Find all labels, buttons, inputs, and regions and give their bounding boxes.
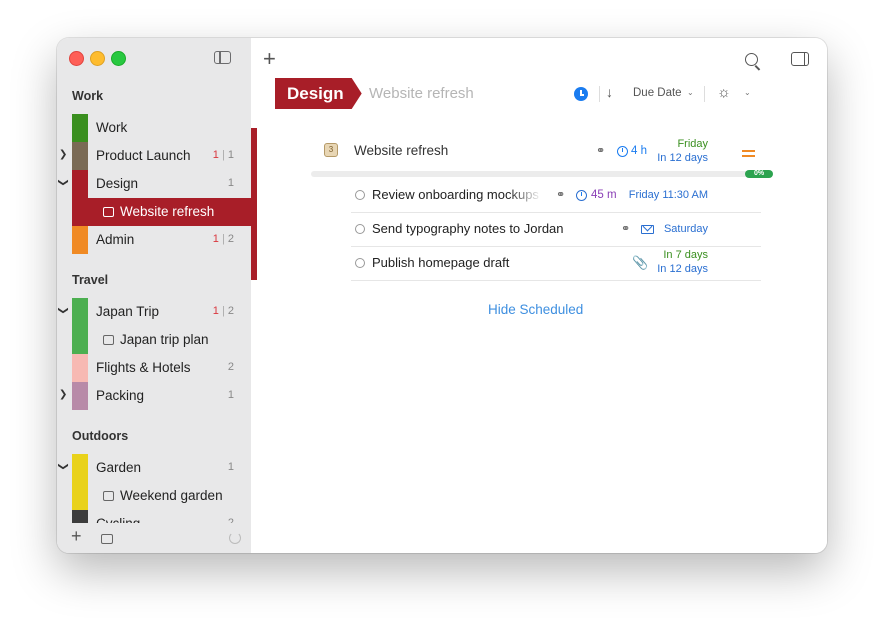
- task-checkbox[interactable]: [355, 190, 365, 200]
- due-day: Friday: [677, 138, 708, 150]
- item-count: 1 | 1: [212, 149, 234, 161]
- chevron-down-icon[interactable]: ⌄: [687, 88, 694, 97]
- zoom-window-button[interactable]: [111, 51, 126, 66]
- calendar-icon[interactable]: [101, 534, 113, 544]
- task-checkbox[interactable]: [355, 258, 365, 268]
- task-due: Saturday: [663, 223, 708, 235]
- section-header-outdoors: Outdoors: [72, 429, 129, 443]
- task-row[interactable]: Review onboarding mockups ⚭ 45 m Friday …: [351, 178, 761, 213]
- sidebar-item-label: Japan trip plan: [120, 332, 209, 347]
- sidebar-item-label: Admin: [96, 232, 135, 247]
- priority-icon[interactable]: [742, 150, 755, 152]
- color-swatch: [72, 226, 88, 254]
- section-header-travel: Travel: [72, 273, 109, 287]
- sidebar-toggle-icon[interactable]: [214, 51, 231, 64]
- sidebar-item-work[interactable]: Work: [57, 114, 251, 142]
- breadcrumb-design[interactable]: Design: [275, 78, 362, 109]
- item-count: 1: [227, 461, 234, 473]
- hide-scheduled-button[interactable]: Hide Scheduled: [488, 302, 583, 317]
- sort-direction-icon[interactable]: ↓: [606, 84, 613, 100]
- sidebar-item-japan-trip[interactable]: ❯ Japan Trip 1 | 2: [57, 298, 251, 354]
- sidebar-item-label: Japan Trip: [96, 304, 160, 319]
- selection-accent: [251, 128, 257, 280]
- tag-icon[interactable]: ⚭: [621, 222, 630, 235]
- item-count: 2: [227, 361, 234, 373]
- task-row[interactable]: Publish homepage draft 📎 In 7 days In 12…: [351, 246, 761, 281]
- project-icon: [103, 207, 114, 217]
- breadcrumb-website-refresh[interactable]: Website refresh: [369, 85, 474, 102]
- sidebar-item-label: Work: [96, 120, 128, 135]
- sidebar: Work Work ❯ Product Launch 1 | 1 ❯ Desig…: [57, 38, 252, 553]
- sidebar-item-label: Product Launch: [96, 148, 191, 163]
- task-due-start: In 7 days: [663, 249, 708, 261]
- clock-icon: [617, 146, 628, 157]
- task-estimate: 45 m: [591, 189, 617, 201]
- sidebar-item-admin[interactable]: Admin 1 | 2: [57, 226, 251, 254]
- sidebar-footer: +: [57, 523, 251, 553]
- item-count: 1 | 2: [212, 305, 234, 317]
- close-window-button[interactable]: [69, 51, 84, 66]
- color-swatch: [72, 354, 88, 382]
- tag-icon[interactable]: ⚭: [556, 188, 565, 201]
- minimize-window-button[interactable]: [90, 51, 105, 66]
- chevron-down-icon[interactable]: ❯: [58, 306, 69, 314]
- color-swatch: [72, 142, 88, 170]
- chevron-down-icon[interactable]: ⌄: [744, 88, 751, 97]
- task-title[interactable]: Publish homepage draft: [372, 255, 509, 270]
- sun-icon[interactable]: ☼: [717, 84, 731, 101]
- sidebar-item-weekend-garden[interactable]: Weekend garden: [57, 482, 251, 510]
- divider: [599, 86, 600, 102]
- item-count: 1: [227, 389, 234, 401]
- task-checkbox[interactable]: [355, 224, 365, 234]
- project-icon: 3: [324, 143, 338, 157]
- progress-badge: 0%: [745, 170, 773, 178]
- sidebar-item-label: Weekend garden: [120, 488, 223, 503]
- sidebar-item-packing[interactable]: ❯ Packing 1: [57, 382, 251, 410]
- task-due-end: In 12 days: [657, 263, 708, 275]
- sync-icon[interactable]: [229, 532, 241, 544]
- section-header-work: Work: [72, 89, 104, 103]
- project-title[interactable]: Website refresh: [354, 143, 448, 158]
- sidebar-item-label: Design: [96, 176, 139, 191]
- color-swatch: [72, 382, 88, 410]
- chevron-down-icon[interactable]: ❯: [58, 462, 69, 470]
- due-relative: In 12 days: [657, 152, 708, 164]
- item-count: 1: [227, 177, 234, 189]
- task-due: Friday 11:30 AM: [628, 189, 708, 201]
- clock-icon: [576, 190, 587, 201]
- sidebar-item-label: Packing: [96, 388, 145, 403]
- sidebar-item-label: Garden: [96, 460, 142, 475]
- sort-menu[interactable]: Due Date: [633, 87, 682, 99]
- sidebar-item-design[interactable]: ❯ Design 1: [57, 170, 251, 198]
- sidebar-item-garden[interactable]: ❯ Garden 1: [57, 454, 251, 510]
- search-icon[interactable]: [745, 53, 758, 66]
- chevron-right-icon[interactable]: ❯: [59, 149, 67, 160]
- sidebar-item-website-refresh[interactable]: Website refresh: [72, 198, 251, 226]
- app-window: Work Work ❯ Product Launch 1 | 1 ❯ Desig…: [57, 38, 827, 553]
- task-row[interactable]: Send typography notes to Jordan ⚭ Saturd…: [351, 212, 761, 247]
- progress-bar: [311, 171, 771, 177]
- chevron-down-icon[interactable]: ❯: [58, 178, 69, 186]
- color-swatch: [72, 114, 88, 142]
- priority-icon: [742, 155, 755, 157]
- list-icon: [103, 491, 114, 501]
- sidebar-item-label: Website refresh: [120, 204, 215, 219]
- add-task-button[interactable]: +: [263, 46, 276, 72]
- chevron-right-icon[interactable]: ❯: [59, 389, 67, 400]
- task-title[interactable]: Review onboarding mockups: [372, 187, 542, 202]
- sidebar-item-product-launch[interactable]: ❯ Product Launch 1 | 1: [57, 142, 251, 170]
- divider: [704, 86, 705, 102]
- sidebar-item-japan-trip-plan[interactable]: Japan trip plan: [57, 326, 251, 354]
- clock-icon[interactable]: [574, 87, 588, 101]
- task-title[interactable]: Send typography notes to Jordan: [372, 221, 564, 236]
- tag-icon[interactable]: ⚭: [596, 144, 605, 157]
- project-icon: [103, 335, 114, 345]
- item-count: 1 | 2: [212, 233, 234, 245]
- color-swatch: [72, 170, 88, 198]
- add-list-button[interactable]: +: [71, 526, 82, 547]
- inspector-icon[interactable]: [791, 52, 809, 66]
- sidebar-item-flights-hotels[interactable]: Flights & Hotels 2: [57, 354, 251, 382]
- main-content: + Design Website refresh ↓ Due Date ⌄ ☼ …: [251, 38, 827, 553]
- sidebar-item-label: Flights & Hotels: [96, 360, 191, 375]
